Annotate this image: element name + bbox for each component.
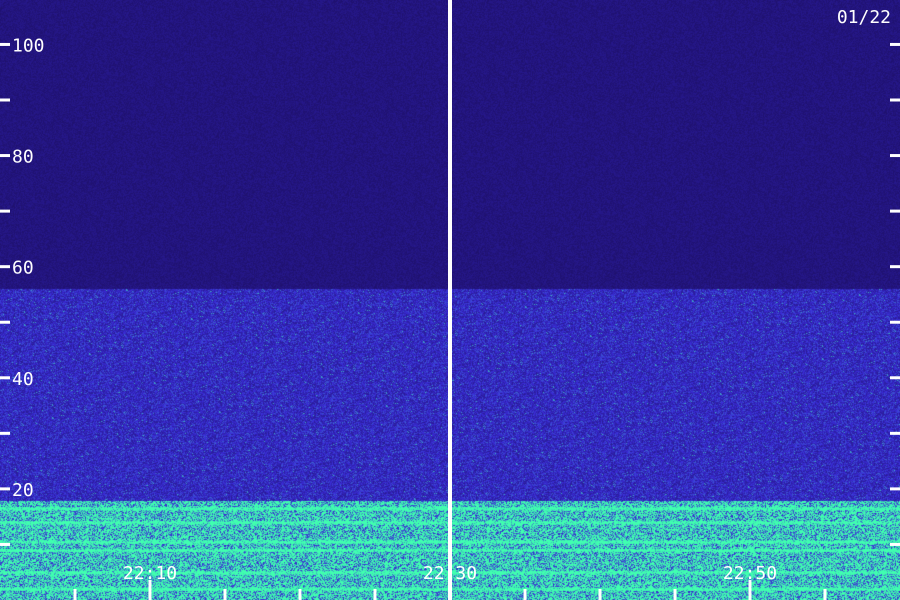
- date-label: 01/22: [837, 7, 891, 28]
- spectrogram-chart: 10080604020 22:1022:3022:50 01/22: [0, 0, 900, 600]
- x-tick-label: 22:50: [723, 563, 777, 584]
- x-tick-label: 22:10: [123, 563, 177, 584]
- y-tick-label: 100: [12, 35, 45, 56]
- y-tick-label: 80: [12, 147, 34, 168]
- y-tick-label: 40: [12, 369, 34, 390]
- y-tick-label: 20: [12, 480, 34, 501]
- y-tick-label: 60: [12, 258, 34, 279]
- chart-overlay: 10080604020 22:1022:3022:50 01/22: [0, 0, 900, 600]
